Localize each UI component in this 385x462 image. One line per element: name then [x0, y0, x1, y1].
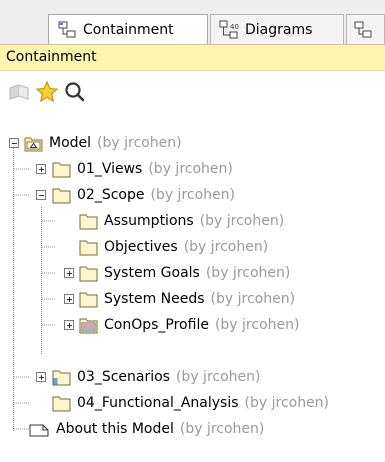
collapse-all-icon[interactable]	[6, 79, 32, 105]
scenario-folder-icon	[52, 370, 71, 385]
folder-icon	[52, 396, 71, 411]
favorites-star-icon[interactable]	[34, 79, 60, 105]
folder-icon	[79, 214, 98, 229]
node-owner: (by jrcohen)	[175, 369, 261, 385]
tab-structure[interactable]	[346, 14, 385, 44]
tree-node-conops-profile[interactable]: ConOps_Profile (by jrcohen)	[79, 312, 299, 338]
tree-node-01-views[interactable]: 01_Views (by jrcohen)	[52, 156, 233, 182]
expand-toggle[interactable]	[64, 294, 74, 304]
node-owner: (by jrcohen)	[210, 291, 296, 307]
svg-text:40: 40	[230, 23, 239, 31]
node-label: Objectives	[104, 239, 178, 255]
structure-icon	[354, 21, 372, 38]
note-icon	[29, 424, 49, 436]
node-label: ConOps_Profile	[104, 317, 209, 333]
toolbar	[0, 71, 385, 111]
node-label: Assumptions	[104, 213, 194, 229]
node-label: 03_Scenarios	[77, 369, 170, 385]
node-owner: (by jrcohen)	[183, 239, 269, 255]
tree-node-04-functional-analysis[interactable]: 04_Functional_Analysis (by jrcohen)	[52, 390, 329, 416]
containment-tree-icon	[58, 21, 76, 38]
expand-toggle[interactable]	[36, 164, 46, 174]
tab-label: Diagrams	[245, 21, 313, 38]
node-label: System Goals	[104, 265, 200, 281]
node-label: 02_Scope	[77, 187, 145, 203]
node-owner: (by jrcohen)	[150, 187, 235, 203]
folder-icon	[52, 162, 71, 177]
node-owner: (by jrcohen)	[179, 421, 265, 437]
tab-bar: Containment 40 Diagrams	[0, 0, 385, 44]
expand-toggle[interactable]	[64, 268, 74, 278]
tree-node-about-this-model[interactable]: About this Model (by jrcohen)	[29, 416, 264, 442]
node-owner: (by jrcohen)	[199, 213, 285, 229]
expand-toggle[interactable]	[36, 372, 46, 382]
node-owner: (by jrcohen)	[148, 161, 233, 177]
collapse-toggle[interactable]	[9, 138, 19, 148]
diagrams-icon: 40	[219, 20, 239, 39]
tree-node-objectives[interactable]: Objectives (by jrcohen)	[79, 234, 268, 260]
tree-node-03-scenarios[interactable]: 03_Scenarios (by jrcohen)	[52, 364, 260, 390]
panel-title: Containment	[0, 44, 385, 71]
tab-label: Containment	[83, 21, 174, 38]
folder-icon	[79, 240, 98, 255]
node-owner: (by jrcohen)	[214, 317, 300, 333]
tree-node-02-scope[interactable]: 02_Scope (by jrcohen)	[52, 182, 235, 208]
tree-node-assumptions[interactable]: Assumptions (by jrcohen)	[79, 208, 284, 234]
node-owner: (by jrcohen)	[97, 135, 182, 151]
tab-containment[interactable]: Containment	[48, 14, 208, 44]
tab-diagrams[interactable]: 40 Diagrams	[210, 14, 344, 44]
tree-node-system-needs[interactable]: System Needs (by jrcohen)	[79, 286, 295, 312]
node-owner: (by jrcohen)	[205, 265, 291, 281]
folder-icon	[52, 188, 71, 203]
node-label: 01_Views	[77, 161, 143, 177]
node-label: System Needs	[104, 291, 205, 307]
tree-node-system-goals[interactable]: System Goals (by jrcohen)	[79, 260, 290, 286]
folder-icon	[79, 292, 98, 307]
profile-package-icon	[79, 318, 98, 333]
node-label: 04_Functional_Analysis	[77, 395, 239, 411]
node-label: About this Model	[56, 421, 174, 437]
node-label: Model	[49, 135, 92, 151]
expand-toggle[interactable]	[64, 320, 74, 330]
collapse-toggle[interactable]	[36, 190, 46, 200]
node-owner: (by jrcohen)	[244, 395, 330, 411]
containment-tree: Model (by jrcohen) 01_Views (by jrcohen)…	[0, 112, 385, 462]
model-package-icon	[24, 137, 43, 151]
folder-icon	[79, 266, 98, 281]
search-icon[interactable]	[62, 79, 88, 105]
tree-node-model[interactable]: Model (by jrcohen)	[24, 130, 182, 156]
